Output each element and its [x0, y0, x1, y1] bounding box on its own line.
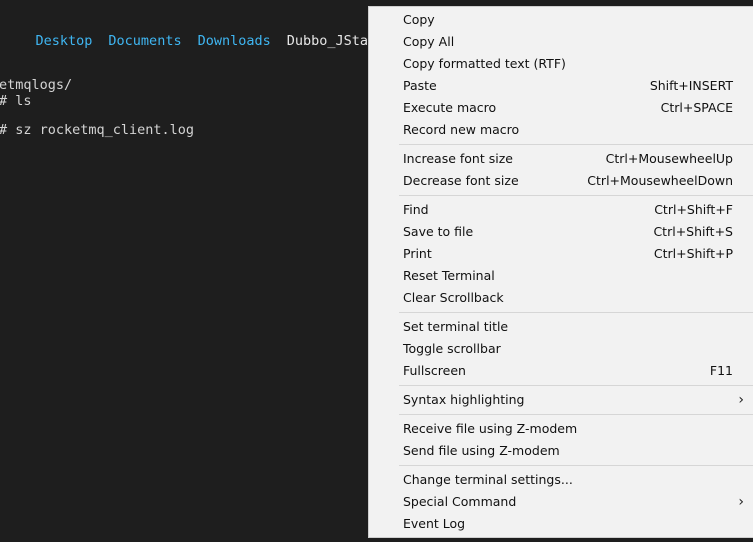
menu-item-execute-macro[interactable]: Execute macro Ctrl+SPACE — [369, 97, 753, 119]
menu-item-record-new-macro[interactable]: Record new macro — [369, 119, 753, 141]
menu-item-shortcut: Ctrl+MousewheelUp — [605, 151, 733, 166]
terminal-line-sz: # sz rocketmq_client.log — [0, 122, 195, 138]
menu-item-label: Record new macro — [403, 122, 520, 137]
menu-item-send-file-using-z-modem[interactable]: Send file using Z-modem — [369, 440, 753, 462]
menu-item-label: Fullscreen — [403, 363, 466, 378]
menu-separator — [399, 144, 753, 145]
menu-separator — [399, 385, 753, 386]
menu-separator — [399, 465, 753, 466]
menu-item-label: Paste — [403, 78, 437, 93]
menu-item-increase-font-size[interactable]: Increase font size Ctrl+MousewheelUp — [369, 148, 753, 170]
menu-item-label: Clear Scrollback — [403, 290, 504, 305]
menu-item-label: Execute macro — [403, 100, 497, 115]
menu-item-label: Increase font size — [403, 151, 513, 166]
menu-item-label: Special Command — [403, 494, 517, 509]
menu-item-copy-formatted-text-rtf[interactable]: Copy formatted text (RTF) — [369, 53, 753, 75]
menu-item-find[interactable]: Find Ctrl+Shift+F — [369, 199, 753, 221]
terminal-listing-line: Desktop Documents Downloads Dubbo_JStack.lo — [3, 17, 409, 65]
menu-item-special-command[interactable]: Special Command › — [369, 491, 753, 513]
menu-separator — [399, 414, 753, 415]
menu-item-label: Print — [403, 246, 432, 261]
menu-item-label: Send file using Z-modem — [403, 443, 560, 458]
menu-item-fullscreen[interactable]: Fullscreen F11 — [369, 360, 753, 382]
menu-item-syntax-highlighting[interactable]: Syntax highlighting › — [369, 389, 753, 411]
menu-item-copy[interactable]: Copy — [369, 9, 753, 31]
menu-item-shortcut: Ctrl+Shift+F — [654, 202, 733, 217]
menu-item-label: Change terminal settings... — [403, 472, 573, 487]
menu-item-shortcut: Ctrl+SPACE — [660, 100, 733, 115]
menu-item-label: Event Log — [403, 516, 466, 531]
menu-item-label: Copy All — [403, 34, 455, 49]
menu-item-set-terminal-title[interactable]: Set terminal title — [369, 316, 753, 338]
menu-item-decrease-font-size[interactable]: Decrease font size Ctrl+MousewheelDown — [369, 170, 753, 192]
menu-item-shortcut: Ctrl+MousewheelDown — [587, 173, 733, 188]
menu-item-label: Copy — [403, 12, 435, 27]
menu-item-receive-file-using-z-modem[interactable]: Receive file using Z-modem — [369, 418, 753, 440]
menu-item-label: Decrease font size — [403, 173, 519, 188]
menu-item-event-log[interactable]: Event Log — [369, 513, 753, 535]
terminal-line-ls: # ls — [0, 93, 32, 109]
menu-item-toggle-scrollbar[interactable]: Toggle scrollbar — [369, 338, 753, 360]
dir-entry: Desktop — [35, 33, 93, 49]
menu-separator — [399, 195, 753, 196]
menu-item-clear-scrollback[interactable]: Clear Scrollback — [369, 287, 753, 309]
menu-item-label: Receive file using Z-modem — [403, 421, 578, 436]
menu-item-label: Toggle scrollbar — [403, 341, 501, 356]
menu-item-print[interactable]: Print Ctrl+Shift+P — [369, 243, 753, 265]
dir-entry: Documents — [108, 33, 182, 49]
menu-item-shortcut: Ctrl+Shift+P — [653, 246, 733, 261]
dir-entry: Downloads — [197, 33, 271, 49]
menu-item-copy-all[interactable]: Copy All — [369, 31, 753, 53]
chevron-right-icon: › — [738, 392, 744, 408]
menu-item-shortcut: F11 — [709, 363, 733, 378]
menu-item-label: Copy formatted text (RTF) — [403, 56, 566, 71]
menu-item-change-terminal-settings[interactable]: Change terminal settings... — [369, 469, 753, 491]
menu-item-reset-terminal[interactable]: Reset Terminal — [369, 265, 753, 287]
context-menu: Copy Copy All Copy formatted text (RTF) Pas… — [368, 6, 753, 538]
terminal-line-cd: etmqlogs/ — [0, 77, 73, 93]
menu-item-shortcut: Shift+INSERT — [649, 78, 733, 93]
chevron-right-icon: › — [738, 494, 744, 510]
menu-item-shortcut: Ctrl+Shift+S — [653, 224, 733, 239]
menu-item-label: Syntax highlighting — [403, 392, 525, 407]
menu-separator — [399, 312, 753, 313]
menu-item-label: Save to file — [403, 224, 474, 239]
menu-item-label: Reset Terminal — [403, 268, 495, 283]
menu-item-label: Set terminal title — [403, 319, 509, 334]
menu-item-save-to-file[interactable]: Save to file Ctrl+Shift+S — [369, 221, 753, 243]
menu-item-label: Find — [403, 202, 429, 217]
menu-item-paste[interactable]: Paste Shift+INSERT — [369, 75, 753, 97]
